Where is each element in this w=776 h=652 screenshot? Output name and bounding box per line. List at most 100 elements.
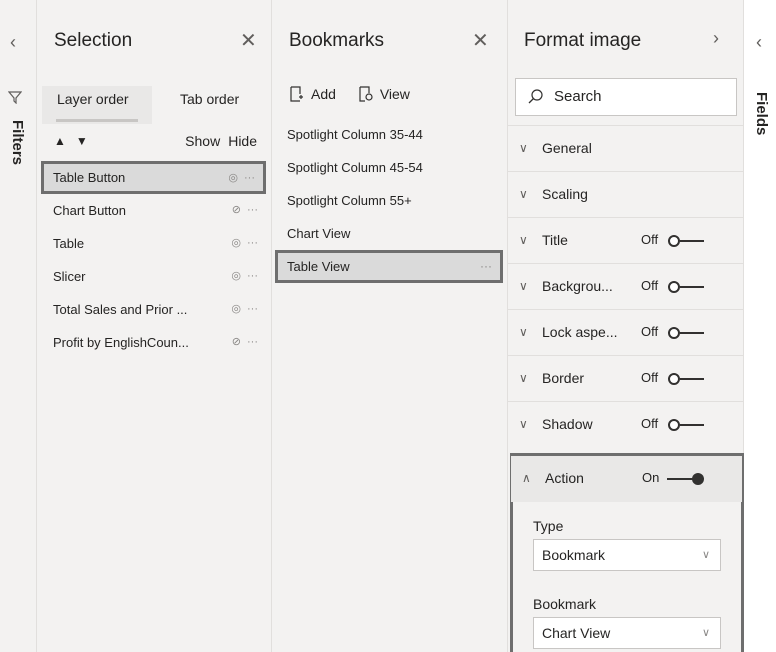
tab-layer-order[interactable]: Layer order [42, 86, 152, 124]
bookmark-label: Bookmark [533, 596, 597, 612]
bookmark-toolbar: Add View [289, 86, 428, 105]
section-label: Scaling [542, 186, 588, 202]
bookmark-item[interactable]: Spotlight Column 35-44 [275, 118, 503, 151]
eye-hidden-icon[interactable]: ⊘ [232, 204, 241, 216]
eye-icon[interactable]: ◎ [231, 270, 241, 282]
section-border[interactable]: ∨ Border Off [508, 355, 744, 401]
bookmark-name: Table View [287, 259, 350, 274]
chevron-down-icon: ∨ [519, 325, 528, 339]
more-options-icon[interactable]: ··· [480, 253, 492, 280]
layer-item[interactable]: Slicer ◎ ··· [41, 260, 266, 293]
chevron-down-icon: ∨ [701, 549, 710, 561]
bookmark-item[interactable]: Spotlight Column 55+ [275, 184, 503, 217]
layer-item[interactable]: Table Button ◎ ··· [41, 161, 266, 194]
view-label: View [379, 86, 410, 102]
hide-all-link[interactable]: Hide [228, 133, 257, 149]
layer-item[interactable]: Profit by EnglishCoun... ⊘ ··· [41, 326, 266, 359]
add-label: Add [311, 86, 336, 102]
more-options-icon[interactable]: ··· [247, 204, 258, 216]
toggle-state: Off [641, 324, 659, 339]
tab-underline [56, 119, 138, 122]
chevron-right-icon[interactable]: › [713, 28, 719, 49]
layer-item[interactable]: Table ◎ ··· [41, 227, 266, 260]
selection-title: Selection [54, 30, 133, 51]
add-bookmark-button[interactable]: Add [289, 86, 336, 102]
close-icon[interactable]: ✕ [240, 28, 257, 53]
layer-name: Table [53, 236, 85, 251]
layer-list: Table Button ◎ ··· Chart Button ⊘ ··· Tabl… [41, 161, 266, 359]
chevron-up-icon: ∧ [522, 471, 531, 485]
section-label: Backgrou... [542, 278, 613, 294]
more-options-icon[interactable]: ··· [244, 172, 255, 184]
toggle-switch[interactable] [668, 327, 704, 339]
layer-name: Profit by EnglishCoun... [53, 335, 189, 350]
close-icon[interactable]: ✕ [472, 28, 489, 53]
show-all-link[interactable]: Show [185, 133, 220, 149]
more-options-icon[interactable]: ··· [247, 237, 258, 249]
section-action[interactable]: ∧ Action On [511, 456, 742, 502]
bookmarks-title: Bookmarks [289, 30, 385, 51]
bookmark-name: Spotlight Column 45-54 [287, 160, 423, 175]
more-options-icon[interactable]: ··· [247, 336, 258, 348]
eye-hidden-icon[interactable]: ⊘ [232, 336, 241, 348]
reorder-controls: ▲ ▼ [54, 134, 98, 148]
format-pane: Format image › Search ∨ General ∨ Scalin… [508, 0, 744, 652]
chevron-down-icon: ∨ [519, 417, 528, 431]
eye-icon[interactable]: ◎ [228, 172, 238, 184]
more-options-icon[interactable]: ··· [247, 270, 258, 282]
toggle-switch[interactable] [668, 281, 704, 293]
toggle-state: Off [641, 278, 659, 293]
search-placeholder: Search [554, 88, 602, 105]
layer-name: Table Button [53, 170, 126, 185]
fields-rail: ‹ Fields [744, 0, 776, 652]
filters-label[interactable]: Filters [9, 120, 26, 165]
section-label: Shadow [542, 416, 593, 432]
section-shadow[interactable]: ∨ Shadow Off [508, 401, 744, 447]
layer-item[interactable]: Total Sales and Prior ... ◎ ··· [41, 293, 266, 326]
chevron-down-icon: ∨ [701, 627, 710, 639]
selection-pane: Selection ✕ Layer order Tab order ▲ ▼ Sho… [37, 0, 272, 652]
tab-label: Tab order [180, 91, 240, 107]
chevron-down-icon: ∨ [519, 187, 528, 201]
more-options-icon[interactable]: ··· [247, 303, 258, 315]
view-icon [359, 86, 373, 102]
section-lock-aspect[interactable]: ∨ Lock aspe... Off [508, 309, 744, 355]
search-input[interactable]: Search [515, 78, 737, 116]
bookmark-item[interactable]: Spotlight Column 45-54 [275, 151, 503, 184]
tab-label: Layer order [57, 91, 129, 107]
chevron-down-icon: ∨ [519, 233, 528, 247]
fields-label[interactable]: Fields [753, 92, 770, 135]
toggle-switch[interactable] [668, 235, 704, 247]
section-title[interactable]: ∨ Title Off [508, 217, 744, 263]
move-up-icon[interactable]: ▲ [54, 134, 66, 148]
move-down-icon[interactable]: ▼ [76, 134, 88, 148]
bookmarks-pane: Bookmarks ✕ Add View Spotlight Column 35… [272, 0, 508, 652]
section-label: Action [545, 470, 584, 486]
view-bookmarks-button[interactable]: View [358, 86, 410, 102]
bookmark-item[interactable]: Chart View [275, 217, 503, 250]
chevron-left-icon[interactable]: ‹ [756, 32, 762, 53]
bookmark-item[interactable]: Table View ··· [275, 250, 503, 283]
chevron-down-icon: ∨ [519, 371, 528, 385]
layer-item[interactable]: Chart Button ⊘ ··· [41, 194, 266, 227]
toggle-switch[interactable] [668, 373, 704, 385]
section-background[interactable]: ∨ Backgrou... Off [508, 263, 744, 309]
dropdown-value: Chart View [542, 625, 611, 641]
section-general[interactable]: ∨ General [508, 125, 744, 171]
add-bookmark-icon [290, 86, 303, 102]
section-label: Title [542, 232, 568, 248]
eye-icon[interactable]: ◎ [231, 303, 241, 315]
bookmark-dropdown[interactable]: Chart View ∨ [533, 617, 721, 649]
toggle-switch[interactable] [668, 419, 704, 431]
eye-icon[interactable]: ◎ [231, 237, 241, 249]
chevron-left-icon[interactable]: ‹ [10, 32, 16, 53]
tab-tab-order[interactable]: Tab order [180, 86, 239, 110]
show-hide-controls: Show Hide [177, 133, 257, 149]
section-label: Border [542, 370, 585, 386]
toggle-state: On [642, 470, 660, 485]
toggle-switch[interactable] [667, 473, 705, 485]
bookmark-list: Spotlight Column 35-44 Spotlight Column … [275, 118, 503, 283]
type-dropdown[interactable]: Bookmark ∨ [533, 539, 721, 571]
section-scaling[interactable]: ∨ Scaling [508, 171, 744, 217]
section-label: General [542, 140, 592, 156]
